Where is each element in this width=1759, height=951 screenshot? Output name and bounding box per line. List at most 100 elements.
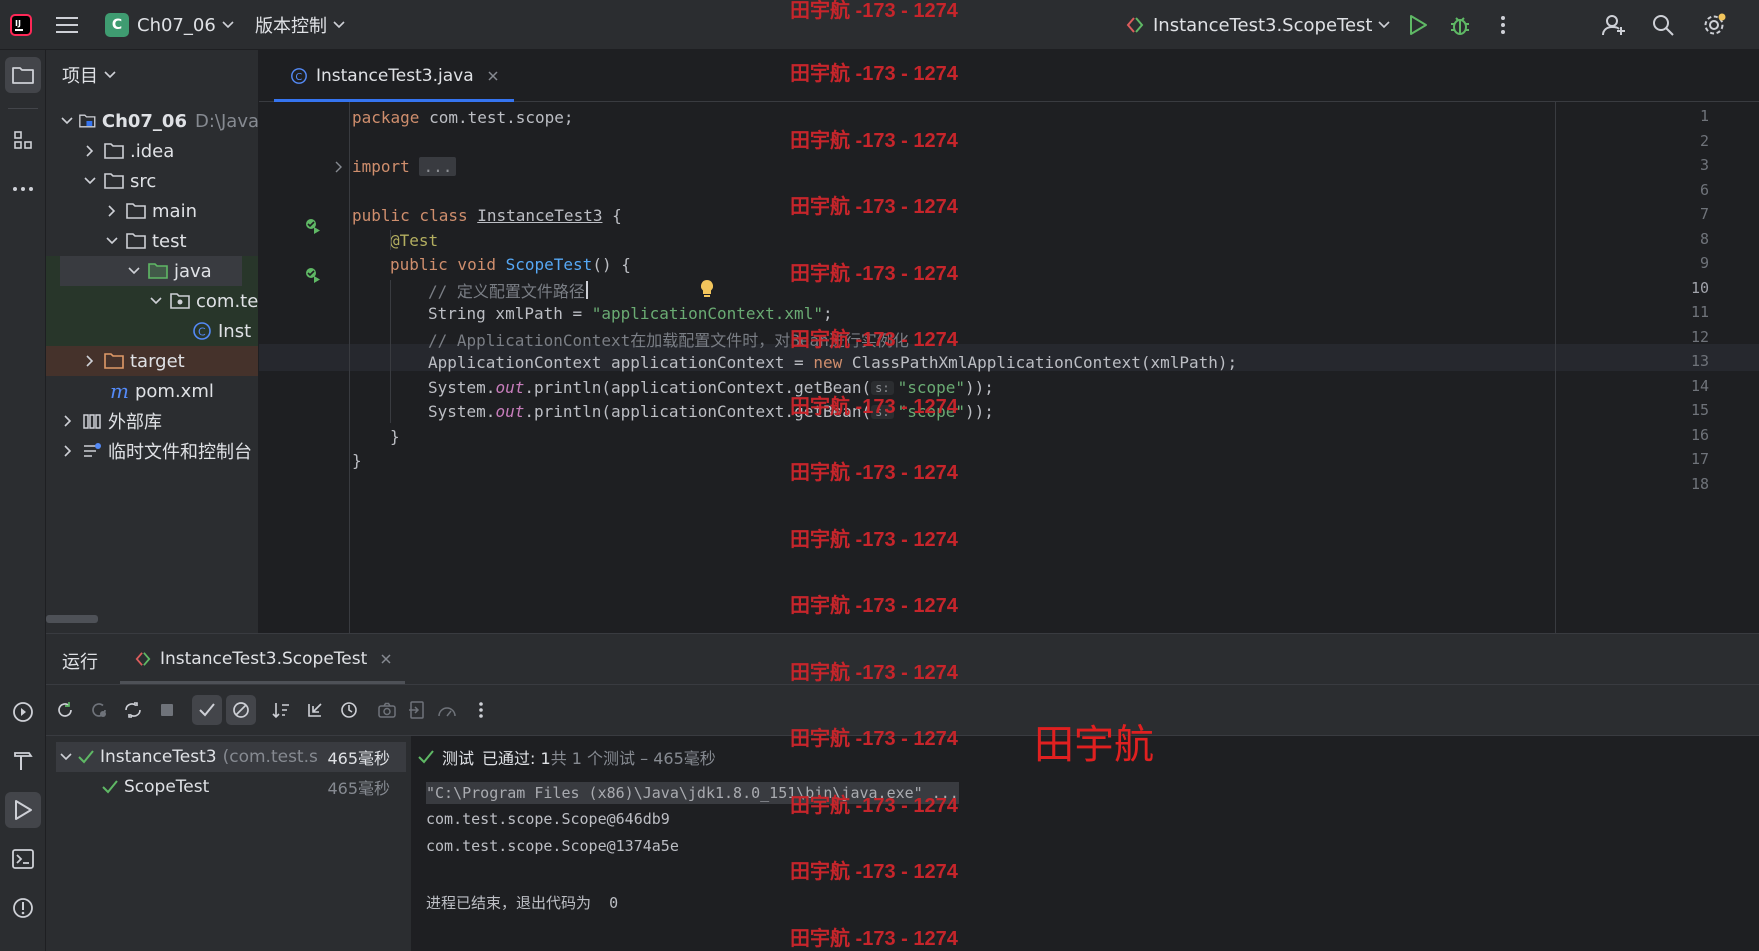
- import-tests-button[interactable]: [300, 695, 330, 725]
- rerun-button[interactable]: [50, 695, 80, 725]
- folder-icon: [126, 233, 146, 249]
- chevron-right-icon: [60, 443, 76, 459]
- class-icon: C: [193, 322, 211, 340]
- run-tool-button[interactable]: [5, 792, 41, 828]
- chevron-right-icon: [60, 413, 76, 429]
- tab-instance-test3[interactable]: C InstanceTest3.java: [274, 50, 514, 102]
- check-icon: [418, 750, 434, 764]
- watermark-text: 田宇航 -173 - 1274: [790, 462, 958, 484]
- tab-label: InstanceTest3.java: [316, 66, 474, 86]
- main-menu-icon[interactable]: [56, 0, 78, 50]
- screenshot-button[interactable]: [372, 695, 402, 725]
- code-line[interactable]: String xmlPath = "applicationContext.xml…: [352, 300, 833, 327]
- search-icon[interactable]: [1652, 0, 1674, 50]
- string-token: "applicationContext.xml": [591, 304, 823, 323]
- toggle-auto-test-button[interactable]: [118, 695, 148, 725]
- sort-alphabetically-button[interactable]: [266, 695, 296, 725]
- code-line[interactable]: ApplicationContext applicationContext = …: [352, 349, 1237, 376]
- tree-item-class[interactable]: C Inst: [46, 316, 258, 346]
- watermark-text: 田宇航 -173 - 1274: [790, 0, 958, 22]
- folded-imports[interactable]: ...: [419, 157, 457, 176]
- tab-run-config[interactable]: InstanceTest3.ScopeTest: [120, 634, 406, 684]
- tree-label: Ch07_06: [101, 110, 187, 132]
- divider: [8, 108, 38, 109]
- close-icon[interactable]: [381, 654, 391, 664]
- debug-button[interactable]: [1449, 0, 1471, 50]
- chevron-down-icon: [1378, 21, 1391, 29]
- svg-text:C: C: [295, 72, 302, 83]
- tree-item-test[interactable]: test: [46, 226, 258, 256]
- add-user-icon[interactable]: [1602, 0, 1626, 50]
- chevron-down-icon: [60, 113, 73, 129]
- show-ignored-toggle[interactable]: [226, 695, 256, 725]
- tree-item-scratches[interactable]: 临时文件和控制台: [46, 436, 258, 466]
- app-logo-icon[interactable]: IJ: [10, 0, 32, 50]
- test-history-button[interactable]: [334, 695, 364, 725]
- vcs-menu[interactable]: 版本控制: [255, 0, 345, 50]
- line-number: 12: [1690, 328, 1709, 346]
- line-gutter: [259, 102, 350, 633]
- tree-item-idea[interactable]: .idea: [46, 136, 258, 166]
- run-test-gutter-icon[interactable]: [304, 217, 322, 235]
- more-options-icon[interactable]: [466, 695, 496, 725]
- more-tools-button[interactable]: [5, 171, 41, 207]
- run-test-gutter-icon[interactable]: [304, 266, 322, 284]
- tree-item-root[interactable]: Ch07_06 D:\Java: [46, 106, 258, 136]
- more-actions-icon[interactable]: [1500, 0, 1506, 50]
- code-token: new: [813, 353, 843, 372]
- code-line[interactable]: }: [352, 423, 400, 450]
- run-tab-label: InstanceTest3.ScopeTest: [160, 649, 368, 669]
- auto-test-icon: [125, 702, 141, 718]
- terminal-tool-button[interactable]: [5, 841, 41, 877]
- test-config-icon: [135, 652, 151, 666]
- test-suite-row[interactable]: InstanceTest3 (com.test.s 465毫秒: [56, 742, 406, 772]
- tree-item-java[interactable]: java: [46, 256, 258, 286]
- structure-tool-button[interactable]: [5, 122, 41, 158]
- stop-button[interactable]: [152, 695, 182, 725]
- fold-chevron-icon[interactable]: [335, 161, 343, 173]
- services-tool-button[interactable]: [5, 694, 41, 730]
- build-tool-button[interactable]: [5, 743, 41, 779]
- export-button[interactable]: [402, 695, 432, 725]
- tree-item-target[interactable]: target: [46, 346, 258, 376]
- tree-item-src[interactable]: src: [46, 166, 258, 196]
- code-line[interactable]: }: [352, 447, 362, 474]
- problems-tool-button[interactable]: [5, 890, 41, 926]
- test-suite-label: InstanceTest3: [100, 747, 217, 767]
- project-panel-header[interactable]: 项目: [46, 50, 116, 100]
- import-icon: [308, 703, 322, 717]
- horizontal-scrollbar[interactable]: [46, 615, 98, 623]
- test-case-row[interactable]: ScopeTest 465毫秒: [56, 772, 406, 802]
- tree-item-external-libraries[interactable]: 外部库: [46, 406, 258, 436]
- tree-item-main[interactable]: main: [46, 196, 258, 226]
- run-config-selector[interactable]: InstanceTest3.ScopeTest: [1125, 0, 1391, 50]
- line-number: 18: [1690, 475, 1709, 493]
- code-token: public class: [352, 206, 468, 225]
- code-line[interactable]: @Test: [352, 227, 438, 254]
- close-icon[interactable]: [488, 71, 498, 81]
- code-line[interactable]: // 定义配置文件路径: [352, 276, 588, 303]
- coverage-button[interactable]: [432, 695, 462, 725]
- tree-item-pom[interactable]: m pom.xml: [46, 376, 258, 406]
- code-token: public void: [390, 255, 496, 274]
- line-number: 13: [1690, 352, 1709, 370]
- project-tool-button[interactable]: [5, 57, 41, 93]
- code-token: System.: [428, 402, 496, 421]
- show-passed-toggle[interactable]: [192, 695, 222, 725]
- code-line[interactable]: package com.test.scope;: [352, 104, 574, 131]
- chevron-right-icon: [82, 143, 98, 159]
- code-line[interactable]: public class InstanceTest3 {: [352, 202, 622, 229]
- watermark-text: 田宇航 -173 - 1274: [790, 196, 958, 218]
- settings-gear-icon[interactable]: [1702, 0, 1726, 50]
- code-token: System.: [428, 378, 496, 397]
- run-button[interactable]: [1408, 0, 1428, 50]
- folder-icon: [12, 67, 34, 84]
- test-config-icon: [1126, 17, 1144, 33]
- project-switcher[interactable]: C Ch07_06: [105, 0, 234, 50]
- terminal-icon: [12, 849, 34, 869]
- lightbulb-icon[interactable]: [699, 279, 715, 299]
- tree-item-package[interactable]: com.te: [46, 286, 258, 316]
- code-line[interactable]: import ...: [352, 153, 457, 180]
- rerun-failed-button[interactable]: [84, 695, 114, 725]
- code-line[interactable]: public void ScopeTest() {: [352, 251, 631, 278]
